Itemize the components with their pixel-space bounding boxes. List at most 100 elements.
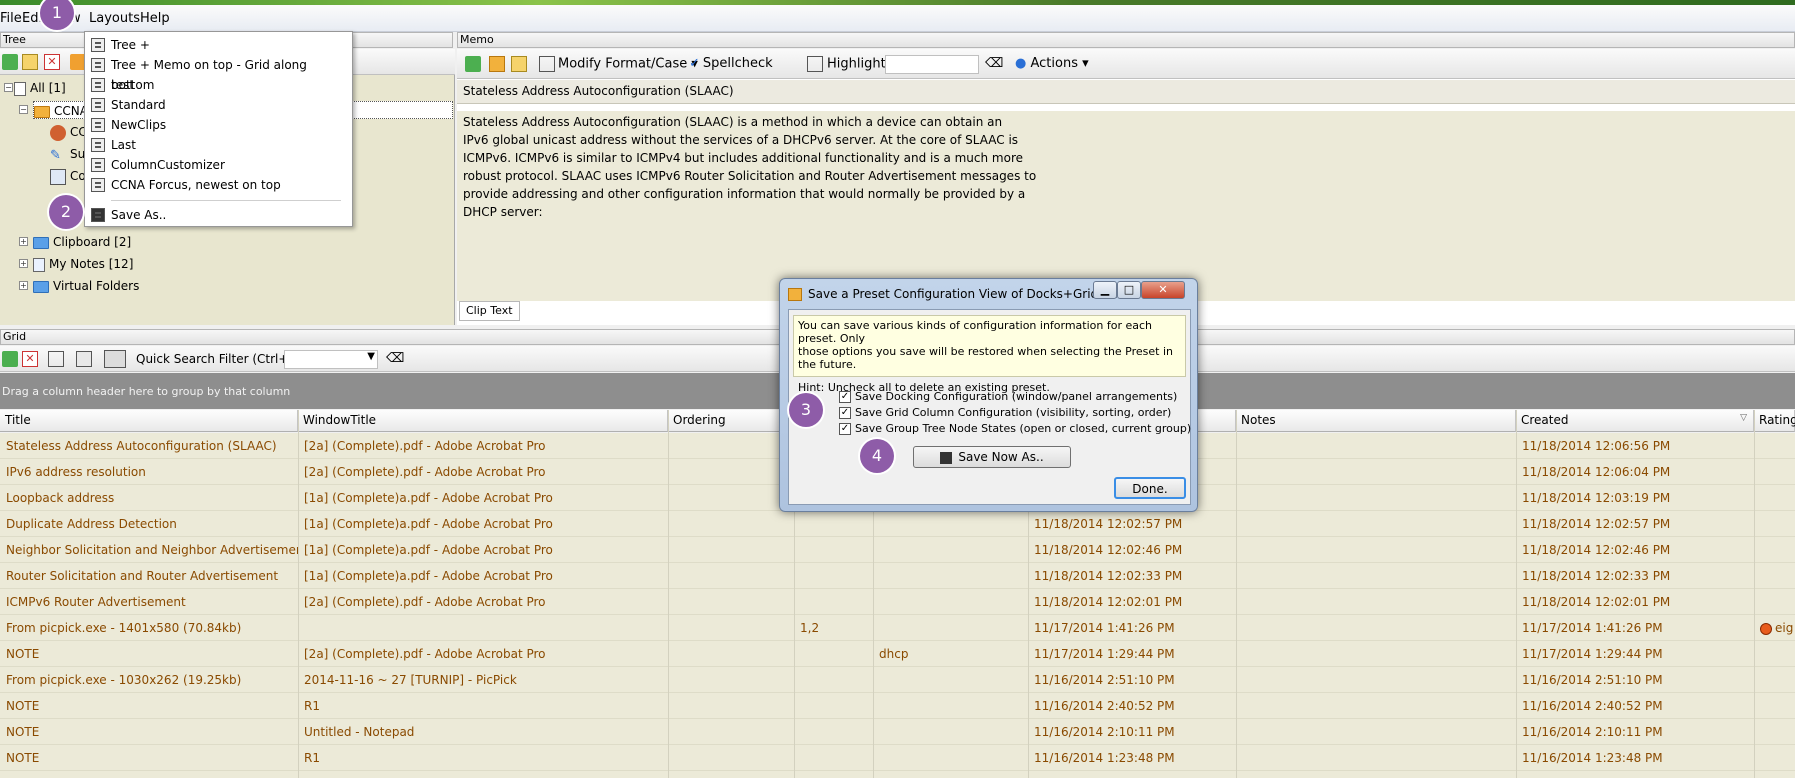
cell-window: [2a] (Complete).pdf - Adobe Acrobat Pro — [304, 465, 546, 479]
layout-item[interactable]: Tree + Memo on top - Grid along bottom — [85, 55, 352, 92]
layout-item[interactable]: CCNA Forcus, newest on top — [85, 175, 352, 195]
layout-item[interactable]: Standard — [85, 95, 352, 115]
table-row[interactable]: NOTE [2a] (Complete).pdf - Adobe Acrobat … — [0, 641, 1795, 667]
add-memo-icon[interactable] — [465, 56, 481, 72]
table-row[interactable]: Neighbor Solicitation and Neighbor Adver… — [0, 537, 1795, 563]
menu-file[interactable]: File — [0, 11, 22, 26]
table-row[interactable]: From picpick.exe - 1401x580 (70.84kb) 1,2… — [0, 615, 1795, 641]
memo-body[interactable]: Stateless Address Autoconfiguration (SLA… — [457, 111, 1795, 301]
save-icon — [940, 451, 953, 464]
cell-created: 11/18/2014 12:03:19 PM — [1522, 491, 1671, 505]
tree-node-virtual-folders[interactable]: Virtual Folders — [33, 277, 139, 295]
table-row[interactable]: From picpick.exe - 1030x262 (19.25kb) 201… — [0, 667, 1795, 693]
table-row[interactable]: Router Solicitation and Router Advertise… — [0, 563, 1795, 589]
expand-virtual-folders-icon[interactable]: + — [19, 281, 28, 290]
save-now-label: Save Now As.. — [958, 450, 1044, 464]
clear-search-icon[interactable]: ⌫ — [386, 351, 404, 366]
column-ordering[interactable]: Ordering — [668, 410, 794, 432]
collapse-ccna-icon[interactable]: − — [19, 105, 28, 114]
cell-window — [298, 615, 668, 641]
checkmark-icon: ✓ — [839, 423, 851, 435]
memo-line: IPv6 global unicast address without the … — [463, 133, 1019, 147]
cell-window: [1a] (Complete)a.pdf - Adobe Acrobat Pro — [304, 517, 553, 531]
column-window-title[interactable]: WindowTitle — [298, 410, 668, 432]
tree-node-child-1[interactable]: CC — [50, 123, 87, 141]
cell-rating — [1754, 641, 1795, 667]
cell-ordering — [794, 667, 873, 693]
highlight-input[interactable] — [885, 55, 979, 74]
collapse-all-icon[interactable]: − — [4, 83, 13, 92]
clear-highlight-icon[interactable]: ⌫ — [985, 56, 1003, 71]
cell-tag — [873, 589, 1028, 615]
memo-title[interactable]: Stateless Address Autoconfiguration (SLA… — [457, 80, 1795, 104]
expand-clipboard-icon[interactable]: + — [19, 237, 28, 246]
layout-item[interactable]: Tree + — [85, 35, 352, 55]
edit-icon[interactable] — [22, 54, 38, 70]
save-now-as-button[interactable]: Save Now As.. — [913, 446, 1071, 468]
layout-item[interactable]: Last — [85, 135, 352, 155]
add-icon[interactable] — [2, 351, 18, 367]
table-row[interactable]: Duplicate Address Detection [1a] (Complet… — [0, 511, 1795, 537]
chevron-down-icon[interactable]: ▼ — [367, 351, 375, 362]
layout-item[interactable]: test — [85, 75, 352, 95]
menu-layouts[interactable]: Layouts — [89, 11, 140, 26]
tab-clip-text[interactable]: Clip Text — [459, 301, 520, 321]
spellcheck-button[interactable]: ✓ Spellcheck — [689, 56, 773, 71]
filter-toggle-icon[interactable] — [104, 350, 126, 368]
export-icon[interactable] — [511, 56, 527, 72]
quick-search-input[interactable]: ▼ — [284, 350, 378, 369]
layout-item[interactable]: ColumnCustomizer — [85, 155, 352, 175]
print-icon[interactable] — [76, 351, 92, 367]
copy-icon[interactable] — [48, 351, 64, 367]
actions-button[interactable]: ● Actions ▾ — [1015, 56, 1089, 71]
memo-line: ICMPv6. ICMPv6 is similar to ICMPv4 but … — [463, 151, 1024, 165]
checkmark-icon: ✓ — [839, 391, 851, 403]
table-row[interactable]: NOTE R1 11/16/2014 1:23:48 PM 11/16/2014 1:… — [0, 745, 1795, 771]
tree-node-child-3[interactable]: Co — [50, 167, 86, 185]
layout-icon — [91, 138, 105, 152]
add-icon[interactable] — [2, 54, 18, 70]
folder-icon[interactable] — [489, 56, 505, 72]
column-title[interactable]: Title — [0, 410, 298, 432]
tree-node-all[interactable]: All [1] — [14, 79, 66, 97]
minimize-icon[interactable]: ▁ — [1093, 281, 1117, 299]
delete-icon[interactable]: ✕ — [22, 351, 38, 367]
step-badge: 3 — [789, 393, 823, 427]
layout-icon — [91, 178, 105, 192]
tree-node-all-label: All [1] — [30, 81, 66, 95]
spellcheck-label: Spellcheck — [702, 56, 773, 71]
column-created[interactable]: Created ▽ — [1516, 410, 1754, 432]
column-notes[interactable]: Notes — [1236, 410, 1516, 432]
save-tree-states-checkbox[interactable]: ✓ Save Group Tree Node States (open or cl… — [839, 422, 1191, 436]
tree-node-my-notes[interactable]: My Notes [12] — [33, 255, 133, 273]
cell-date: 11/16/2014 1:23:48 PM — [1034, 751, 1175, 765]
cell-ordering — [794, 537, 873, 563]
table-row[interactable]: NOTE R1 11/16/2014 2:40:52 PM 11/16/2014 2:… — [0, 693, 1795, 719]
table-row[interactable]: ICMPv6 Router Advertisement [2a] (Complet… — [0, 589, 1795, 615]
maximize-icon[interactable]: □ — [1117, 281, 1141, 299]
cell-title: NOTE — [6, 699, 40, 713]
done-button[interactable]: Done. — [1114, 477, 1186, 499]
menu-help[interactable]: Help — [140, 11, 170, 26]
delete-icon[interactable]: ✕ — [44, 54, 60, 70]
column-rating[interactable]: Rating — [1754, 410, 1795, 432]
layout-item[interactable]: NewClips — [85, 115, 352, 135]
expand-my-notes-icon[interactable]: + — [19, 259, 28, 268]
save-grid-columns-checkbox[interactable]: ✓ Save Grid Column Configuration (visibil… — [839, 406, 1171, 420]
layout-item-label: Tree + — [111, 38, 150, 52]
highlight-button[interactable]: Highlight — [807, 56, 886, 72]
cell-date: 11/18/2014 12:02:46 PM — [1034, 543, 1183, 557]
cell-date: 11/16/2014 2:51:10 PM — [1034, 673, 1175, 687]
cell-tag — [873, 719, 1028, 745]
save-docking-checkbox[interactable]: ✓ Save Docking Configuration (window/pane… — [839, 390, 1177, 404]
modify-format-button[interactable]: Modify Format/Case ▾ — [539, 56, 698, 72]
cell-created: 11/16/2014 2:10:11 PM — [1522, 725, 1663, 739]
cell-rating — [1754, 719, 1795, 745]
table-row[interactable]: NOTE Untitled - Notepad 11/16/2014 2:10:11… — [0, 719, 1795, 745]
tree-node-clipboard[interactable]: Clipboard [2] — [33, 233, 131, 251]
save-as-menu-item[interactable]: Save As.. — [85, 205, 352, 225]
cell-created: 11/16/2014 2:40:52 PM — [1522, 699, 1663, 713]
close-icon[interactable]: ✕ — [1141, 281, 1185, 299]
menu-bar: File Edi w Layouts Help — [0, 5, 1795, 32]
tree-node-child-2[interactable]: ✎ Su — [50, 145, 85, 163]
